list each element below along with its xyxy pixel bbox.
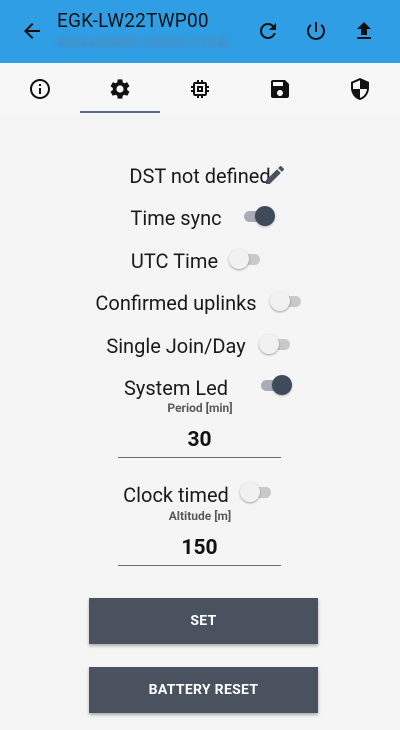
clock-timed-label: Clock timed [123,482,229,507]
gear-icon [110,79,130,99]
confirmed-uplinks-label: Confirmed uplinks [95,290,257,315]
info-icon [30,79,50,99]
utc-time-label: UTC Time [130,248,219,273]
upload-icon[interactable] [352,19,376,43]
device-title: EGK-LW22TWP00 [57,9,209,32]
system-led-label: System Led [124,375,228,400]
confirmed-uplinks-row: Confirmed uplinks [0,289,400,315]
tab-save[interactable] [240,63,320,115]
clock-timed-switch[interactable] [240,482,274,502]
tab-hardware[interactable] [160,63,240,115]
utc-time-switch[interactable] [229,249,263,269]
time-sync-label: Time sync [130,205,222,230]
tab-settings[interactable] [80,63,160,115]
power-icon[interactable] [304,19,328,43]
altitude-label: Altitude [m] [168,509,232,523]
tab-info[interactable] [0,63,80,115]
system-led-switch[interactable] [258,375,292,395]
altitude-input[interactable] [118,531,281,566]
save-icon [271,80,289,98]
utc-time-row: UTC Time [0,247,400,273]
chip-icon [191,80,209,98]
arrow-back-icon[interactable] [20,19,44,43]
dst-row: DST not defined [0,162,400,188]
tab-security[interactable] [320,63,400,115]
confirmed-uplinks-switch[interactable] [270,291,304,311]
tab-bar [0,63,400,115]
clock-timed-row: Clock timed [0,481,400,507]
battery-reset-button[interactable]: BATTERY RESET [89,667,318,713]
system-led-row: System Led [0,374,400,400]
single-join-switch[interactable] [259,334,293,354]
set-button[interactable]: SET [89,598,318,644]
dst-label: DST not defined [129,163,271,188]
device-subtitle: 0004A30B001C0530 [1234] [57,36,228,51]
period-label: Period [min] [167,401,233,415]
refresh-icon[interactable] [256,19,280,43]
single-join-label: Single Join/Day [106,333,246,358]
pencil-icon[interactable] [263,163,287,187]
tab-indicator [80,111,160,113]
single-join-row: Single Join/Day [0,332,400,358]
period-input[interactable] [118,423,281,458]
time-sync-row: Time sync [0,204,400,230]
shield-icon [351,78,369,100]
app-bar: EGK-LW22TWP00 0004A30B001C0530 [1234] [0,0,400,63]
time-sync-switch[interactable] [241,206,275,226]
